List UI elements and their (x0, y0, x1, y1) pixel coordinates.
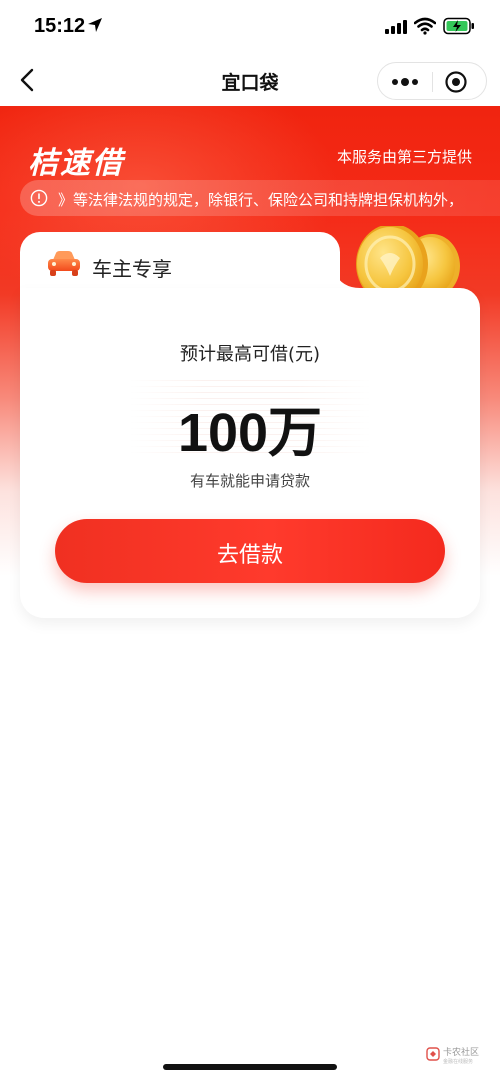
card-tab-title: 车主专享 (92, 257, 172, 281)
battery-charging-icon (443, 17, 474, 35)
location-arrow-icon (88, 18, 102, 32)
notice-bar[interactable]: 》等法律法规的规定，除银行、保险公司和持牌担保机构外， (20, 180, 500, 216)
close-miniprogram-icon[interactable] (444, 70, 468, 94)
brand-logo: 桔速借 (28, 146, 124, 181)
capsule-divider (432, 72, 433, 92)
cellular-signal-icon (385, 20, 407, 34)
watermark-text: 卡农社区 (443, 1048, 480, 1058)
provider-disclaimer: 本服务由第三方提供 (336, 148, 472, 166)
more-dots-icon[interactable] (389, 72, 421, 92)
notice-text: 》等法律法规的规定，除银行、保险公司和持牌担保机构外， (58, 191, 464, 209)
car-icon (48, 251, 80, 276)
nav-bar: 宜口袋 (0, 54, 500, 106)
borrow-button[interactable]: 去借款 (55, 519, 445, 583)
status-bar: 15:12 (0, 0, 500, 54)
watermark-subtext: 金融在线服务 (443, 1059, 474, 1065)
watermark: 卡农社区 金融在线服务 (426, 1045, 486, 1073)
miniprogram-capsule (377, 62, 487, 100)
amount-subtitle: 有车就能申请贷款 (189, 472, 310, 490)
wifi-icon (414, 17, 436, 35)
max-amount: 100万 (177, 403, 323, 463)
borrow-button-label: 去借款 (216, 542, 283, 567)
limit-label: 预计最高可借(元) (179, 344, 321, 365)
watermark-logo-icon (426, 1047, 440, 1061)
status-time: 15:12 (34, 15, 86, 37)
card-tab-slope (300, 232, 360, 292)
info-icon (30, 189, 48, 207)
home-indicator (163, 1064, 337, 1070)
